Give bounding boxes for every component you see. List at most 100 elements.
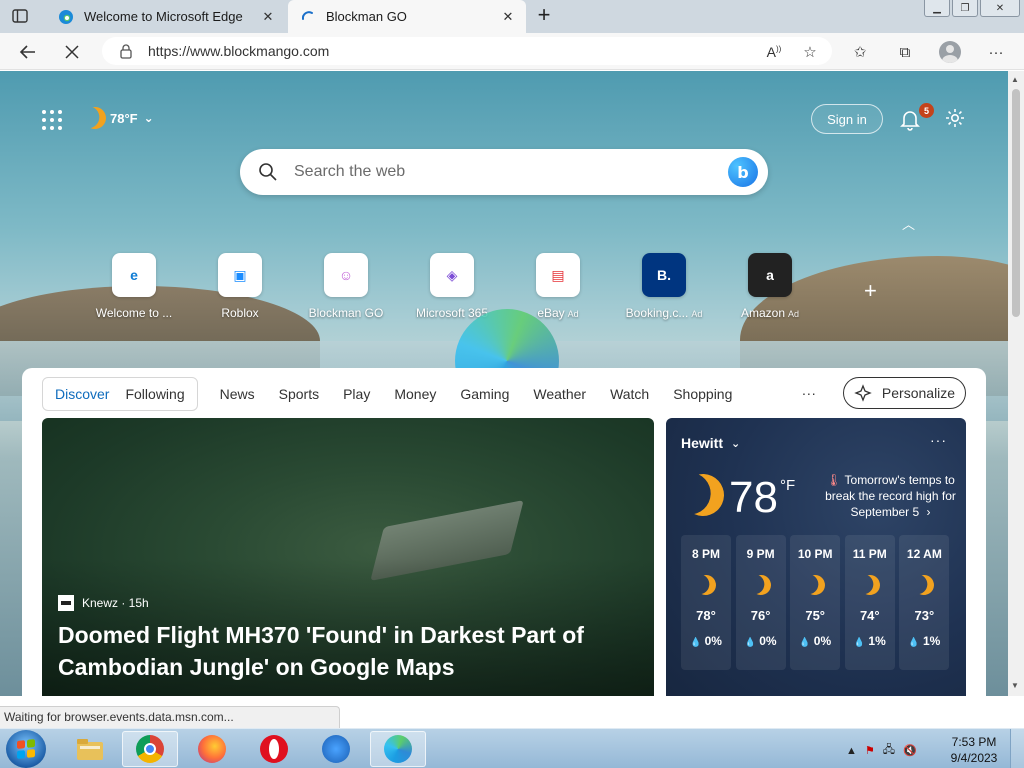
quicklink-label: Blockman GO	[308, 306, 384, 320]
quicklink-tile[interactable]: ◈ Microsoft 365	[398, 253, 506, 320]
start-button[interactable]	[6, 730, 46, 768]
tab-money[interactable]: Money	[382, 377, 448, 411]
hero-article-card[interactable]: Knewz · 15h Doomed Flight MH370 'Found' …	[42, 418, 654, 696]
collections-button[interactable]: ⧉	[893, 40, 917, 64]
read-aloud-icon: A))	[766, 44, 782, 60]
tab-welcome[interactable]: Welcome to Microsoft Edge ✕	[46, 0, 286, 33]
tab-news[interactable]: News	[208, 377, 267, 411]
scrollbar-thumb[interactable]	[1012, 89, 1020, 317]
hourly-forecast-item[interactable]: 9 PM 76° 💧 0%	[735, 535, 786, 670]
quicklink-tile[interactable]: e Welcome to ...	[80, 253, 188, 320]
page-scrollbar[interactable]: ▲ ▼	[1008, 71, 1024, 696]
app-launcher-button[interactable]	[40, 108, 64, 132]
weather-location[interactable]: Hewitt ⌄	[681, 435, 740, 451]
forecast-precip: 1%	[922, 634, 941, 648]
quicklink-icon: a	[748, 253, 792, 297]
taskbar-edge[interactable]	[370, 731, 426, 767]
action-center-flag-icon[interactable]: ⚑	[865, 744, 875, 757]
forecast-time: 12 AM	[906, 547, 942, 561]
network-icon[interactable]: 🖧	[883, 741, 895, 760]
system-clock[interactable]: 7:53 PM 9/4/2023	[946, 734, 1002, 766]
settings-menu-button[interactable]: ···	[984, 40, 1008, 64]
tab-blockman-go[interactable]: Blockman GO ✕	[288, 0, 526, 33]
tab-weather[interactable]: Weather	[521, 377, 598, 411]
hourly-forecast-item[interactable]: 10 PM 75° 💧 0%	[790, 535, 841, 670]
show-hidden-icons-icon[interactable]: ▲	[846, 745, 857, 757]
tab-shopping[interactable]: Shopping	[661, 377, 744, 411]
taskbar-firefox[interactable]	[184, 731, 240, 767]
restore-button[interactable]: ❐	[952, 0, 978, 17]
quicklink-tile[interactable]: a Amazon Ad	[716, 253, 824, 320]
bing-chat-icon[interactable]: b	[728, 157, 758, 187]
search-input[interactable]	[294, 163, 728, 181]
add-quicklink-button[interactable]: +	[864, 278, 877, 304]
moon-icon	[748, 572, 774, 598]
weather-alert[interactable]: 🌡 Tomorrow's temps to break the record h…	[818, 472, 963, 520]
page-settings-button[interactable]	[944, 107, 966, 129]
hourly-forecast-item[interactable]: 8 PM 78° 💧 0%	[681, 535, 731, 670]
tab-following[interactable]: Following	[117, 377, 192, 411]
sign-in-button[interactable]: Sign in	[811, 104, 883, 134]
quicklink-tile[interactable]: ☺ Blockman GO	[292, 253, 400, 320]
quicklink-icon: e	[112, 253, 156, 297]
quicklink-icon: ▤	[536, 253, 580, 297]
tab-actions-button[interactable]	[10, 6, 30, 26]
favorites-button[interactable]: ✩	[848, 40, 872, 64]
chevron-right-icon: ›	[926, 505, 931, 519]
opera-icon	[260, 735, 288, 763]
scroll-down-icon[interactable]: ▼	[1011, 681, 1019, 690]
quicklink-tile[interactable]: B. Booking.c... Ad	[610, 253, 718, 320]
source-label: Knewz · 15h	[82, 596, 149, 610]
taskbar-security-app[interactable]	[308, 731, 364, 767]
feed-more-button[interactable]: ...	[802, 382, 817, 398]
personalize-button[interactable]: Personalize	[843, 377, 966, 409]
close-tab-icon[interactable]: ✕	[256, 5, 280, 29]
current-temp: 78	[729, 473, 778, 522]
scroll-up-icon[interactable]: ▲	[1011, 75, 1019, 84]
edge-icon	[384, 735, 412, 763]
back-button[interactable]	[14, 38, 42, 66]
taskbar-chrome[interactable]	[122, 731, 178, 767]
weather-more-button[interactable]: ···	[930, 432, 947, 448]
close-tab-icon[interactable]: ✕	[496, 5, 520, 29]
quicklink-tile[interactable]: ▣ Roblox	[186, 253, 294, 320]
tab-discover[interactable]: Discover	[47, 377, 117, 411]
tab-gaming[interactable]: Gaming	[448, 377, 521, 411]
tab-title: Blockman GO	[326, 9, 407, 24]
profile-button[interactable]	[938, 40, 962, 64]
hourly-forecast-item[interactable]: 11 PM 74° 💧 1%	[844, 535, 895, 670]
taskbar-file-explorer[interactable]	[62, 731, 118, 767]
shield-icon	[322, 735, 350, 763]
stop-loading-button[interactable]	[58, 38, 86, 66]
forecast-precip: 0%	[704, 634, 722, 648]
read-aloud-button[interactable]: A))	[762, 40, 786, 64]
star-plus-icon: ☆	[803, 44, 817, 61]
forecast-time: 8 PM	[691, 547, 720, 561]
quick-links: e Welcome to ... ▣ Roblox ☺ Blockman GO ◈ Micro…	[80, 253, 820, 323]
forecast-temp: 73°	[914, 608, 935, 623]
add-favorite-button[interactable]: ☆	[798, 40, 822, 64]
address-bar[interactable]: https://www.blockmango.com	[102, 37, 832, 65]
close-window-button[interactable]: ✕	[980, 0, 1020, 17]
location-label: Hewitt	[681, 435, 723, 451]
tab-watch[interactable]: Watch	[598, 377, 661, 411]
tab-play[interactable]: Play	[331, 377, 382, 411]
collapse-quicklinks-icon[interactable]: ︿	[902, 214, 915, 233]
publisher-logo-icon	[58, 595, 74, 611]
minimize-button[interactable]: ▁	[924, 0, 950, 17]
thermometer-icon: 🌡	[826, 473, 842, 487]
new-tab-button[interactable]: +	[532, 4, 556, 28]
article-headline[interactable]: Doomed Flight MH370 'Found' in Darkest P…	[58, 619, 638, 683]
hourly-forecast-item[interactable]: 12 AM 73° 💧 1%	[899, 535, 950, 670]
chevron-down-icon: ⌄	[143, 111, 154, 125]
forecast-temp: 75°	[805, 608, 826, 623]
show-desktop-button[interactable]	[1010, 729, 1024, 768]
raindrop-icon: 💧	[744, 637, 756, 647]
weather-widget[interactable]: 78°F ⌄	[84, 107, 154, 129]
collections-icon: ⧉	[899, 43, 911, 61]
taskbar-opera[interactable]	[246, 731, 302, 767]
tab-sports[interactable]: Sports	[267, 377, 331, 411]
forecast-temp: 74°	[859, 608, 880, 623]
volume-muted-icon[interactable]: 🔇	[903, 744, 917, 757]
weather-card[interactable]: Hewitt ⌄ ··· 78 °F 🌡 Tomorrow's temps to…	[666, 418, 966, 696]
